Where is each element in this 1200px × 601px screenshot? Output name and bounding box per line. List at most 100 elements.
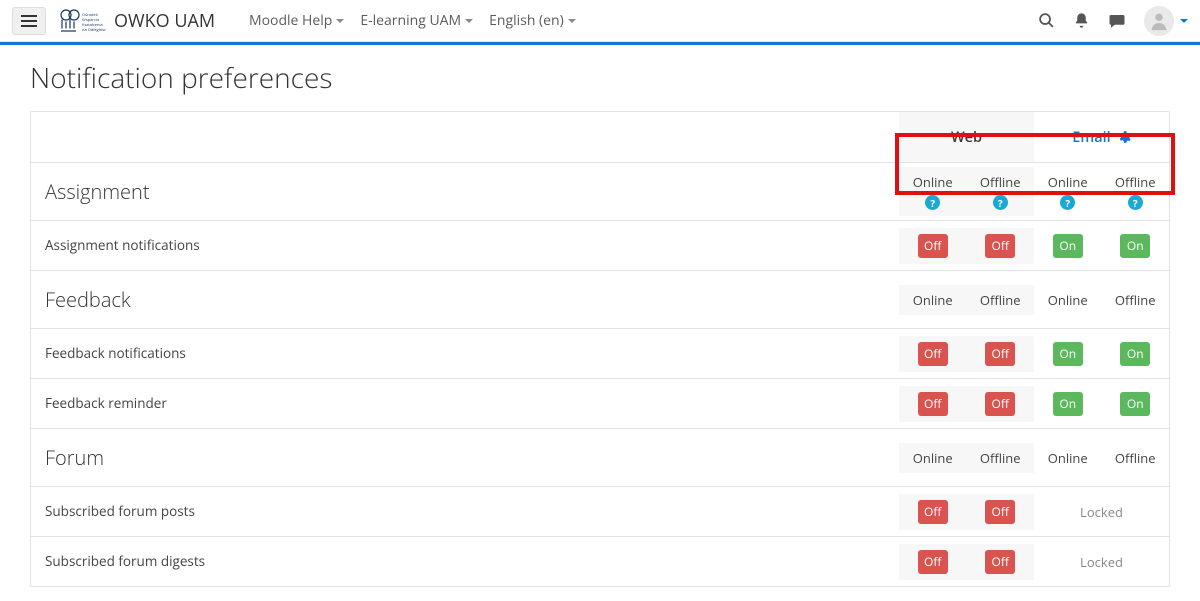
preference-name: Feedback reminder [45, 394, 167, 412]
svg-text:na Odległość: na Odległość [82, 28, 106, 33]
help-icon[interactable]: ? [1128, 195, 1143, 210]
nav-link-label: E-learning UAM [360, 11, 461, 30]
preference-row: Feedback notifications Off Off On On [31, 328, 1169, 378]
section-header-row: Assignment Online ? Offline ? Online ? O… [31, 162, 1169, 220]
caret-down-icon [465, 19, 473, 23]
toggle-off[interactable]: Off [918, 500, 948, 524]
header-spacer [31, 112, 899, 162]
site-logo: Ośrodek Wsparcia Kształcenia na Odległoś… [56, 6, 106, 36]
status-header-label: Offline [1115, 291, 1156, 309]
nav-link-language[interactable]: English (en) [483, 7, 582, 34]
toggle-on[interactable]: On [1120, 392, 1150, 416]
status-header-label: Online [913, 291, 953, 309]
processor-label: Email [1072, 128, 1110, 147]
web-cols: Online Offline [899, 285, 1034, 315]
status-header-col: Online ? [899, 167, 967, 216]
toggle-off[interactable]: Off [985, 392, 1015, 416]
status-header-label: Offline [1115, 173, 1156, 191]
preference-row: Assignment notifications Off Off On On [31, 220, 1169, 270]
processor-header-web: Web [899, 112, 1034, 162]
toggle-off[interactable]: Off [985, 234, 1015, 258]
email-cols: On On [1034, 386, 1169, 422]
toggle-on[interactable]: On [1120, 342, 1150, 366]
status-cell: Off [967, 336, 1035, 372]
search-icon[interactable] [1038, 12, 1055, 29]
site-brand[interactable]: OWKO UAM [114, 9, 215, 33]
status-header-col: Offline ? [967, 167, 1035, 216]
preference-name: Feedback notifications [45, 344, 186, 362]
email-cols: Online ? Offline ? [1034, 167, 1169, 216]
preference-row: Subscribed forum posts Off Off Locked [31, 486, 1169, 536]
status-header-col: Online ? [1034, 167, 1102, 216]
help-icon[interactable]: ? [1060, 195, 1075, 210]
toggle-off[interactable]: Off [985, 500, 1015, 524]
status-cell: Off [967, 386, 1035, 422]
status-header-label: Online [1048, 449, 1088, 467]
gear-icon [1117, 130, 1131, 144]
status-header-label: Offline [980, 173, 1021, 191]
web-cols: Off Off [899, 336, 1034, 372]
toggle-off[interactable]: Off [918, 392, 948, 416]
status-cell: Off [967, 494, 1035, 530]
status-header-col: Online [899, 285, 967, 315]
status-cell: Off [899, 336, 967, 372]
status-header-col: Offline ? [1102, 167, 1170, 216]
preferences-table: Web Email Assignment Online ? Offline ? … [30, 111, 1170, 587]
page-title: Notification preferences [30, 59, 1170, 97]
status-header-col: Offline [967, 285, 1035, 315]
status-header-label: Online [913, 449, 953, 467]
nav-link-elearning[interactable]: E-learning UAM [354, 7, 479, 34]
bell-icon[interactable] [1073, 12, 1090, 29]
toggle-on[interactable]: On [1053, 234, 1083, 258]
email-cols: On On [1034, 228, 1169, 264]
nav-link-help[interactable]: Moodle Help [243, 7, 350, 34]
status-cell: Off [967, 544, 1035, 580]
nav-links: Moodle Help E-learning UAM English (en) [243, 7, 582, 34]
toggle-off[interactable]: Off [985, 550, 1015, 574]
help-icon[interactable]: ? [925, 195, 940, 210]
status-header-label: Offline [980, 449, 1021, 467]
email-cols: Online Offline [1034, 443, 1169, 473]
preference-row: Subscribed forum digests Off Off Locked [31, 536, 1169, 586]
toggle-on[interactable]: On [1120, 234, 1150, 258]
status-cell: Off [899, 544, 967, 580]
processor-header-email[interactable]: Email [1034, 112, 1169, 162]
status-cell: Off [967, 228, 1035, 264]
status-header-col: Offline [1102, 443, 1170, 473]
web-cols: Off Off [899, 494, 1034, 530]
caret-down-icon [1180, 19, 1188, 23]
section-title: Feedback [45, 286, 131, 313]
web-cols: Online Offline [899, 443, 1034, 473]
status-cell: On [1102, 386, 1170, 422]
status-cell: On [1102, 336, 1170, 372]
status-header-col: Online [1034, 285, 1102, 315]
messages-icon[interactable] [1108, 12, 1126, 30]
status-header-label: Online [913, 173, 953, 191]
toggle-on[interactable]: On [1053, 342, 1083, 366]
email-cols: Online Offline [1034, 285, 1169, 315]
help-icon[interactable]: ? [993, 195, 1008, 210]
section-title: Forum [45, 444, 104, 471]
locked-cell: Locked [1034, 553, 1169, 571]
user-menu[interactable] [1144, 6, 1188, 36]
web-cols: Off Off [899, 386, 1034, 422]
toggle-on[interactable]: On [1053, 392, 1083, 416]
status-cell: On [1034, 336, 1102, 372]
web-cols: Off Off [899, 228, 1034, 264]
preference-name: Subscribed forum posts [45, 502, 195, 520]
caret-down-icon [336, 19, 344, 23]
processors-header-row: Web Email [31, 112, 1169, 162]
status-header-label: Offline [1115, 449, 1156, 467]
nav-toggle-button[interactable] [12, 7, 46, 35]
status-header-label: Offline [980, 291, 1021, 309]
status-header-col: Online [1034, 443, 1102, 473]
locked-cell: Locked [1034, 503, 1169, 521]
toggle-off[interactable]: Off [918, 234, 948, 258]
status-cell: Off [899, 386, 967, 422]
caret-down-icon [568, 19, 576, 23]
section-header-row: Feedback Online Offline Online Offline [31, 270, 1169, 328]
toggle-off[interactable]: Off [985, 342, 1015, 366]
toggle-off[interactable]: Off [918, 550, 948, 574]
toggle-off[interactable]: Off [918, 342, 948, 366]
status-header-col: Offline [1102, 285, 1170, 315]
